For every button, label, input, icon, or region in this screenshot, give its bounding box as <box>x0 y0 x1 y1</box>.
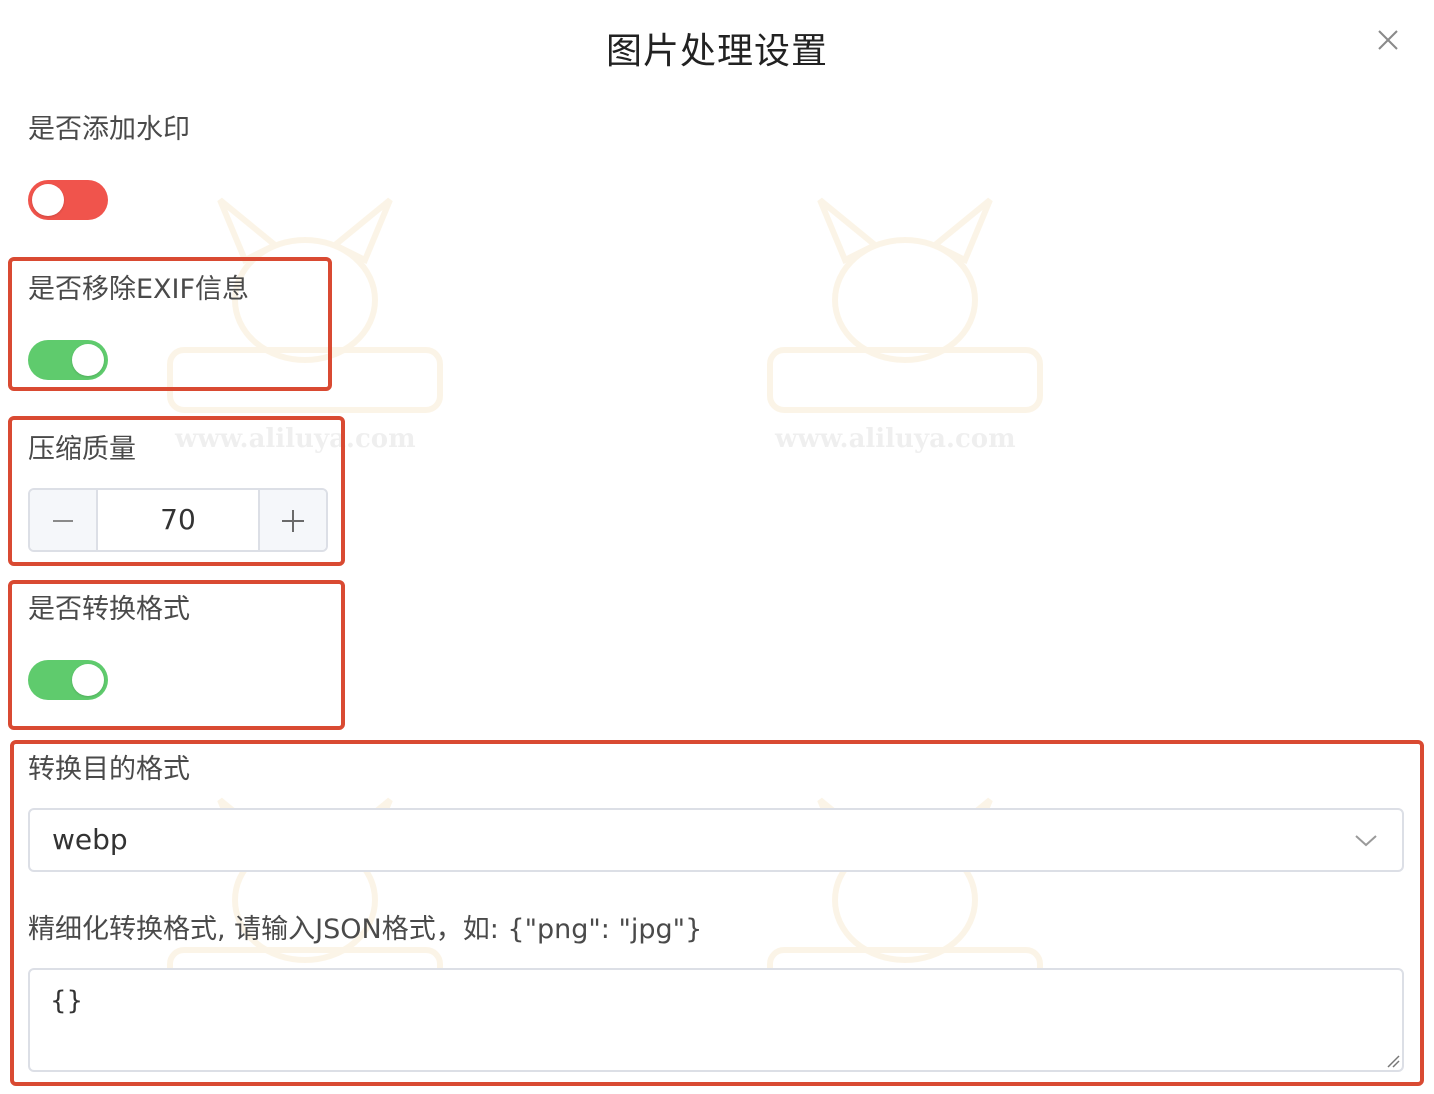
close-icon <box>1378 30 1398 50</box>
watermark-text: www.aliluya.com <box>175 424 416 454</box>
toggle-knob <box>72 344 104 376</box>
quality-input[interactable]: 70 <box>98 490 258 550</box>
watermark-text: www.aliluya.com <box>775 424 1016 454</box>
fine-grained-label: 精细化转换格式, 请输入JSON格式，如: {"png": "jpg"} <box>28 914 703 945</box>
quality-label: 压缩质量 <box>28 434 136 465</box>
plus-icon <box>282 510 304 532</box>
remove-exif-toggle[interactable] <box>28 340 108 380</box>
minus-icon <box>53 520 73 522</box>
close-button[interactable] <box>1372 24 1404 56</box>
watermark-label: 是否添加水印 <box>28 114 190 145</box>
fine-grained-textarea[interactable]: {} <box>28 968 1404 1072</box>
chevron-down-icon <box>1355 835 1377 847</box>
convert-format-label: 是否转换格式 <box>28 594 190 625</box>
quality-stepper: 70 <box>28 488 328 552</box>
target-format-label: 转换目的格式 <box>28 754 190 785</box>
dialog-title: 图片处理设置 <box>605 31 828 72</box>
watermark-logo <box>760 190 1050 460</box>
watermark-toggle[interactable] <box>28 180 108 220</box>
target-format-select[interactable]: webp <box>28 808 1404 872</box>
toggle-knob <box>72 664 104 696</box>
fine-grained-value: {} <box>50 986 84 1016</box>
target-format-value: webp <box>52 823 128 856</box>
toggle-knob <box>32 184 64 216</box>
quality-decrement-button[interactable] <box>30 490 98 550</box>
remove-exif-label: 是否移除EXIF信息 <box>28 274 250 305</box>
resize-handle-icon[interactable] <box>1386 1054 1400 1068</box>
convert-format-toggle[interactable] <box>28 660 108 700</box>
watermark-logo <box>160 190 450 460</box>
quality-increment-button[interactable] <box>258 490 326 550</box>
